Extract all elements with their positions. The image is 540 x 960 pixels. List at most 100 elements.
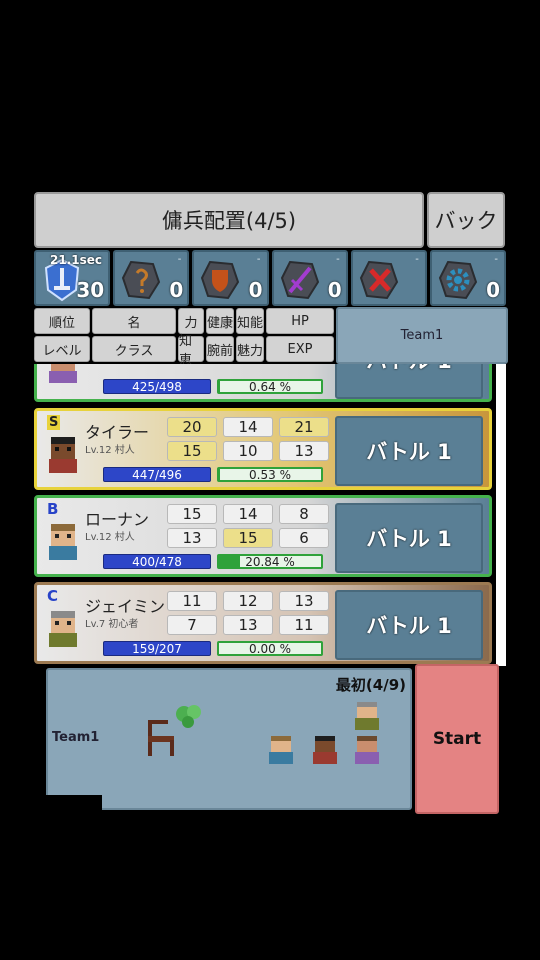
resource-dash: - <box>177 254 182 265</box>
stat-skill: 15 <box>223 528 273 548</box>
gear-ore-icon <box>438 260 477 300</box>
resource-dash: - <box>256 254 261 265</box>
rank-badge: C <box>47 587 59 605</box>
stat-health: 12 <box>223 591 273 611</box>
mystery-ore-icon <box>122 260 161 300</box>
resource-dash: - <box>336 254 340 265</box>
sort-int-button[interactable]: 知能 <box>236 308 264 334</box>
sort-name-button[interactable]: 名 <box>92 308 176 334</box>
start-button[interactable]: Start <box>415 664 499 814</box>
resource-slot-mystery[interactable]: - 0 <box>113 250 190 306</box>
team-field[interactable]: Team1 最初(4/9) <box>46 668 412 810</box>
shield-ore-icon <box>201 260 240 300</box>
sort-hp-button[interactable]: HP <box>266 308 334 334</box>
exp-text: 0.64 % <box>249 379 291 394</box>
stat-str: 20 <box>167 417 217 437</box>
resource-slot-gear[interactable]: - 0 <box>429 250 507 306</box>
stat-health: 14 <box>223 504 273 524</box>
character-portrait <box>49 364 77 383</box>
resource-dash: - <box>494 254 499 265</box>
field-notch <box>46 795 102 815</box>
exp-text: 0.53 % <box>249 467 291 482</box>
stat-int: 13 <box>279 591 329 611</box>
unit-name: タイラー <box>85 423 150 442</box>
stat-skill: 13 <box>223 615 273 635</box>
hp-bar: 159/207 <box>103 641 211 656</box>
unit-level-class: Lv.7 初心者 <box>85 619 139 630</box>
resource-value: 0 <box>327 278 342 302</box>
unit-card[interactable]: S タイラー Lv.12 村人 20 14 21 15 10 13 447/49… <box>34 408 492 490</box>
unit-card[interactable]: C ジェイミン Lv.7 初心者 11 12 13 7 13 11 159/20… <box>34 582 492 664</box>
unit-card[interactable]: B ローナン Lv.12 村人 15 14 8 13 15 6 400/478 … <box>34 495 492 577</box>
exp-text: 0.00 % <box>249 641 291 656</box>
sort-level-button[interactable]: レベル <box>34 336 90 362</box>
team-tab[interactable]: Team1 <box>336 307 508 364</box>
stat-wis: 15 <box>167 441 217 461</box>
page-title: 傭兵配置(4/5) <box>34 192 424 248</box>
unit-level-class: Lv.12 村人 <box>85 532 135 543</box>
resource-value: 0 <box>169 278 184 302</box>
exp-bar: 0.53 % <box>217 467 323 482</box>
stat-str: 11 <box>167 591 217 611</box>
resource-slot-cancel[interactable]: - <box>350 250 427 306</box>
stat-int: 8 <box>279 504 329 524</box>
exp-bar: 0.00 % <box>217 641 323 656</box>
field-team-name: Team1 <box>52 730 100 745</box>
resource-slot-sword[interactable]: 21.1sec 30 <box>34 250 111 306</box>
sort-skill-button[interactable]: 腕前 <box>206 336 234 362</box>
character-portrait <box>49 524 77 560</box>
timer-text: 21.1sec <box>50 253 103 267</box>
resource-slot-shield[interactable]: - 0 <box>192 250 269 306</box>
hp-bar: 425/498 <box>103 379 211 394</box>
back-button[interactable]: バック <box>427 192 505 248</box>
character-portrait <box>49 611 77 647</box>
stat-wis: 13 <box>167 528 217 548</box>
stat-charm: 11 <box>279 615 329 635</box>
exp-bar: 20.84 % <box>217 554 323 569</box>
rank-badge: S <box>47 415 61 430</box>
battle-button[interactable]: バトル 1 <box>335 590 483 660</box>
exp-bar: 0.64 % <box>217 379 323 394</box>
unit-sprite <box>313 736 337 764</box>
scrollbar[interactable] <box>496 364 506 666</box>
resource-slot-sword-ore[interactable]: - 0 <box>271 250 348 306</box>
resource-value: 30 <box>76 278 105 302</box>
sort-charm-button[interactable]: 魅力 <box>236 336 264 362</box>
sort-health-button[interactable]: 健康 <box>206 308 234 334</box>
sort-exp-button[interactable]: EXP <box>266 336 334 362</box>
battle-button[interactable]: バトル 1 <box>335 503 483 573</box>
chair-tree-sprite <box>148 705 201 756</box>
unit-name: ローナン <box>85 510 150 529</box>
stat-int: 21 <box>279 417 329 437</box>
resource-dash: - <box>415 254 419 265</box>
sort-rank-button[interactable]: 順位 <box>34 308 90 334</box>
exp-text: 20.84 % <box>245 554 295 569</box>
stat-skill: 10 <box>223 441 273 461</box>
sort-class-button[interactable]: クラス <box>92 336 176 362</box>
red-x-ore-icon <box>359 260 398 300</box>
unit-sprite <box>355 702 379 730</box>
resource-value: 0 <box>486 278 501 302</box>
rank-badge: B <box>47 500 59 518</box>
unit-list[interactable]: 15 13 12 425/498 0.64 % バトル 1 S タイラー Lv.… <box>34 364 496 666</box>
resource-value: 0 <box>248 278 263 302</box>
battle-button[interactable]: バトル 1 <box>335 364 483 399</box>
unit-name: ジェイミン <box>85 597 166 616</box>
stat-wis: 7 <box>167 615 217 635</box>
stat-str: 15 <box>167 504 217 524</box>
resource-bar: 21.1sec 30 - 0 - 0 - 0 - - 0 <box>34 250 507 306</box>
battle-button[interactable]: バトル 1 <box>335 416 483 486</box>
stat-charm: 6 <box>279 528 329 548</box>
unit-sprite <box>269 736 293 764</box>
unit-sprite <box>355 736 379 764</box>
hp-bar: 400/478 <box>103 554 211 569</box>
character-portrait <box>49 437 77 473</box>
purple-sword-ore-icon <box>280 260 319 300</box>
stat-charm: 13 <box>279 441 329 461</box>
unit-card[interactable]: 15 13 12 425/498 0.64 % バトル 1 <box>34 364 492 402</box>
hp-bar: 447/496 <box>103 467 211 482</box>
stage-label: 最初(4/9) <box>335 676 406 694</box>
sort-wis-button[interactable]: 知恵 <box>178 334 204 368</box>
stat-health: 14 <box>223 417 273 437</box>
unit-level-class: Lv.12 村人 <box>85 445 135 456</box>
